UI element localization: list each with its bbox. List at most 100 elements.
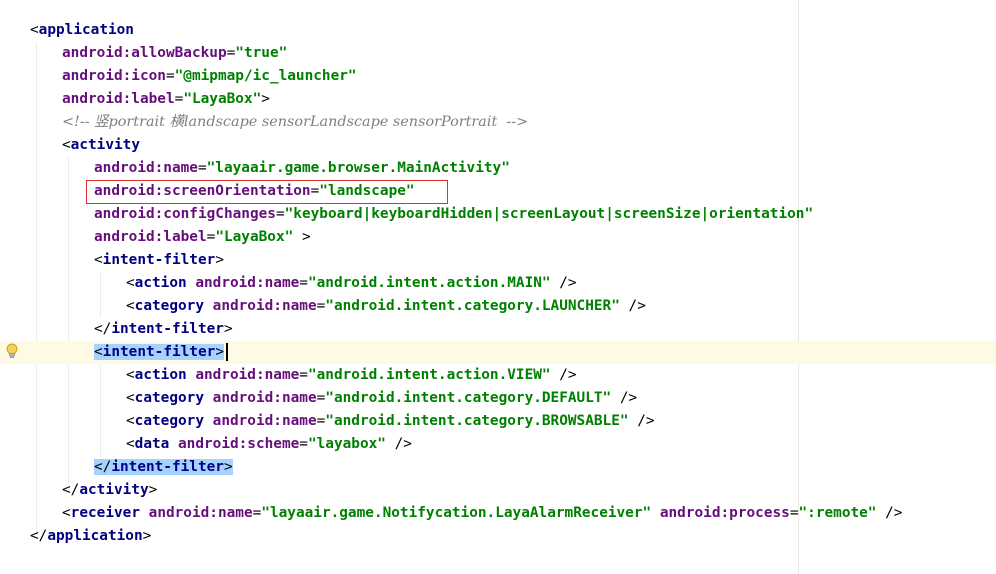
- token-eq: =: [299, 436, 308, 452]
- indent-guide: [36, 42, 37, 534]
- token-ang: <: [62, 137, 71, 153]
- code-line-text: <category android:name="android.intent.c…: [126, 387, 637, 410]
- token-ang: <: [30, 22, 39, 38]
- token-attr: android:name: [195, 367, 300, 383]
- token-eq: =: [316, 298, 326, 314]
- token-attr: android:label: [94, 229, 207, 245]
- token-ang: >: [148, 482, 158, 498]
- token-eq: =: [206, 229, 216, 245]
- token-attr: android:name: [212, 390, 317, 406]
- indent-guide: [100, 364, 101, 456]
- annotation-highlight-box: [86, 180, 448, 204]
- token-eq: =: [226, 45, 236, 61]
- token-val: "LayaBox": [183, 91, 262, 107]
- token-eq: =: [789, 505, 799, 521]
- code-line-text: <data android:scheme="layabox" />: [126, 433, 412, 456]
- token-tag: application: [38, 22, 134, 38]
- token-attr: android:name: [212, 298, 317, 314]
- code-line-text: android:configChanges="keyboard|keyboard…: [94, 203, 813, 226]
- token-ang: >: [215, 252, 224, 268]
- code-line-text: <application: [30, 19, 134, 42]
- token-val: "android.intent.action.VIEW": [307, 367, 551, 383]
- token-val: "android.intent.category.LAUNCHER": [325, 298, 620, 314]
- text-caret: [226, 343, 228, 361]
- token-tag: category: [134, 298, 213, 314]
- code-line-text: </intent-filter>: [94, 456, 233, 479]
- token-ang: <: [126, 413, 135, 429]
- token-val: "layaair.game.Notifycation.LayaAlarmRece…: [261, 505, 652, 521]
- code-line-text: android:allowBackup="true": [62, 42, 287, 65]
- token-ang: />: [619, 298, 646, 314]
- token-ang: />: [876, 505, 903, 521]
- token-ang: >: [142, 528, 152, 544]
- token-eq: =: [165, 68, 175, 84]
- code-line-text: android:label="LayaBox" >: [94, 226, 311, 249]
- token-attr: android:name: [148, 505, 253, 521]
- token-ang: <: [94, 344, 103, 360]
- indent-guide: [100, 272, 101, 318]
- token-ang: >: [293, 229, 311, 245]
- token-val: "true": [235, 45, 288, 61]
- token-attr: android:scheme: [178, 436, 300, 452]
- code-line-text: android:name="layaair.game.browser.MainA…: [94, 157, 510, 180]
- token-tag: intent-filter: [111, 459, 224, 475]
- token-attr: android:icon: [62, 68, 166, 84]
- token-ang: <: [126, 390, 135, 406]
- token-val: "LayaBox": [215, 229, 294, 245]
- token-ang: <: [126, 367, 135, 383]
- token-val: "layabox": [307, 436, 386, 452]
- token-tag: action: [134, 367, 196, 383]
- right-margin-guide: [798, 0, 799, 574]
- token-ang: [651, 505, 660, 521]
- token-attr: android:name: [94, 160, 198, 176]
- token-tag: data: [134, 436, 178, 452]
- token-attr: android:label: [62, 91, 175, 107]
- token-tag: category: [134, 413, 213, 429]
- token-ang: />: [385, 436, 412, 452]
- token-ang: <: [126, 298, 135, 314]
- token-ang: <: [126, 275, 135, 291]
- code-line-text: android:label="LayaBox">: [62, 88, 270, 111]
- code-line-text: <intent-filter>: [94, 249, 224, 272]
- token-val: "layaair.game.browser.MainActivity": [206, 160, 510, 176]
- token-tag: activity: [79, 482, 149, 498]
- token-tag: action: [134, 275, 196, 291]
- token-val: ":remote": [798, 505, 877, 521]
- token-attr: android:process: [659, 505, 790, 521]
- token-val: "android.intent.action.MAIN": [307, 275, 551, 291]
- token-ang: >: [223, 321, 233, 337]
- token-ang: />: [550, 275, 577, 291]
- token-ang: >: [223, 459, 233, 475]
- code-line-text: <!-- 竖portrait 横landscape sensorLandscap…: [62, 111, 528, 134]
- lightbulb-icon[interactable]: [6, 343, 18, 359]
- code-line-text: </activity>: [62, 479, 157, 502]
- indent-guide: [68, 157, 69, 483]
- token-eq: =: [316, 413, 326, 429]
- token-eq: =: [299, 367, 308, 383]
- token-comment: <!-- 竖portrait 横landscape sensorLandscap…: [62, 114, 529, 130]
- code-line[interactable]: <intent-filter>: [0, 341, 996, 364]
- token-eq: =: [252, 505, 262, 521]
- code-line-text: <receiver android:name="layaair.game.Not…: [62, 502, 902, 525]
- token-eq: =: [275, 206, 285, 222]
- token-attr: android:name: [212, 413, 317, 429]
- token-ang: >: [215, 344, 224, 360]
- token-val: "android.intent.category.DEFAULT": [325, 390, 612, 406]
- token-tag: intent-filter: [102, 252, 216, 268]
- token-ang: <: [62, 505, 71, 521]
- code-line-text: <intent-filter>: [94, 341, 224, 364]
- token-tag: intent-filter: [102, 344, 216, 360]
- token-tag: application: [47, 528, 143, 544]
- token-tag: activity: [70, 137, 140, 153]
- code-line-text: <activity: [62, 134, 140, 157]
- code-editor[interactable]: <application android:allowBackup="true" an…: [0, 0, 996, 574]
- token-attr: android:allowBackup: [62, 45, 227, 61]
- token-val: "keyboard|keyboardHidden|screenLayout|sc…: [284, 206, 814, 222]
- token-ang: />: [611, 390, 638, 406]
- token-ang: </: [62, 482, 80, 498]
- token-ang: />: [550, 367, 577, 383]
- token-eq: =: [299, 275, 308, 291]
- token-ang: <: [94, 252, 103, 268]
- token-ang: </: [94, 321, 112, 337]
- token-attr: android:configChanges: [94, 206, 276, 222]
